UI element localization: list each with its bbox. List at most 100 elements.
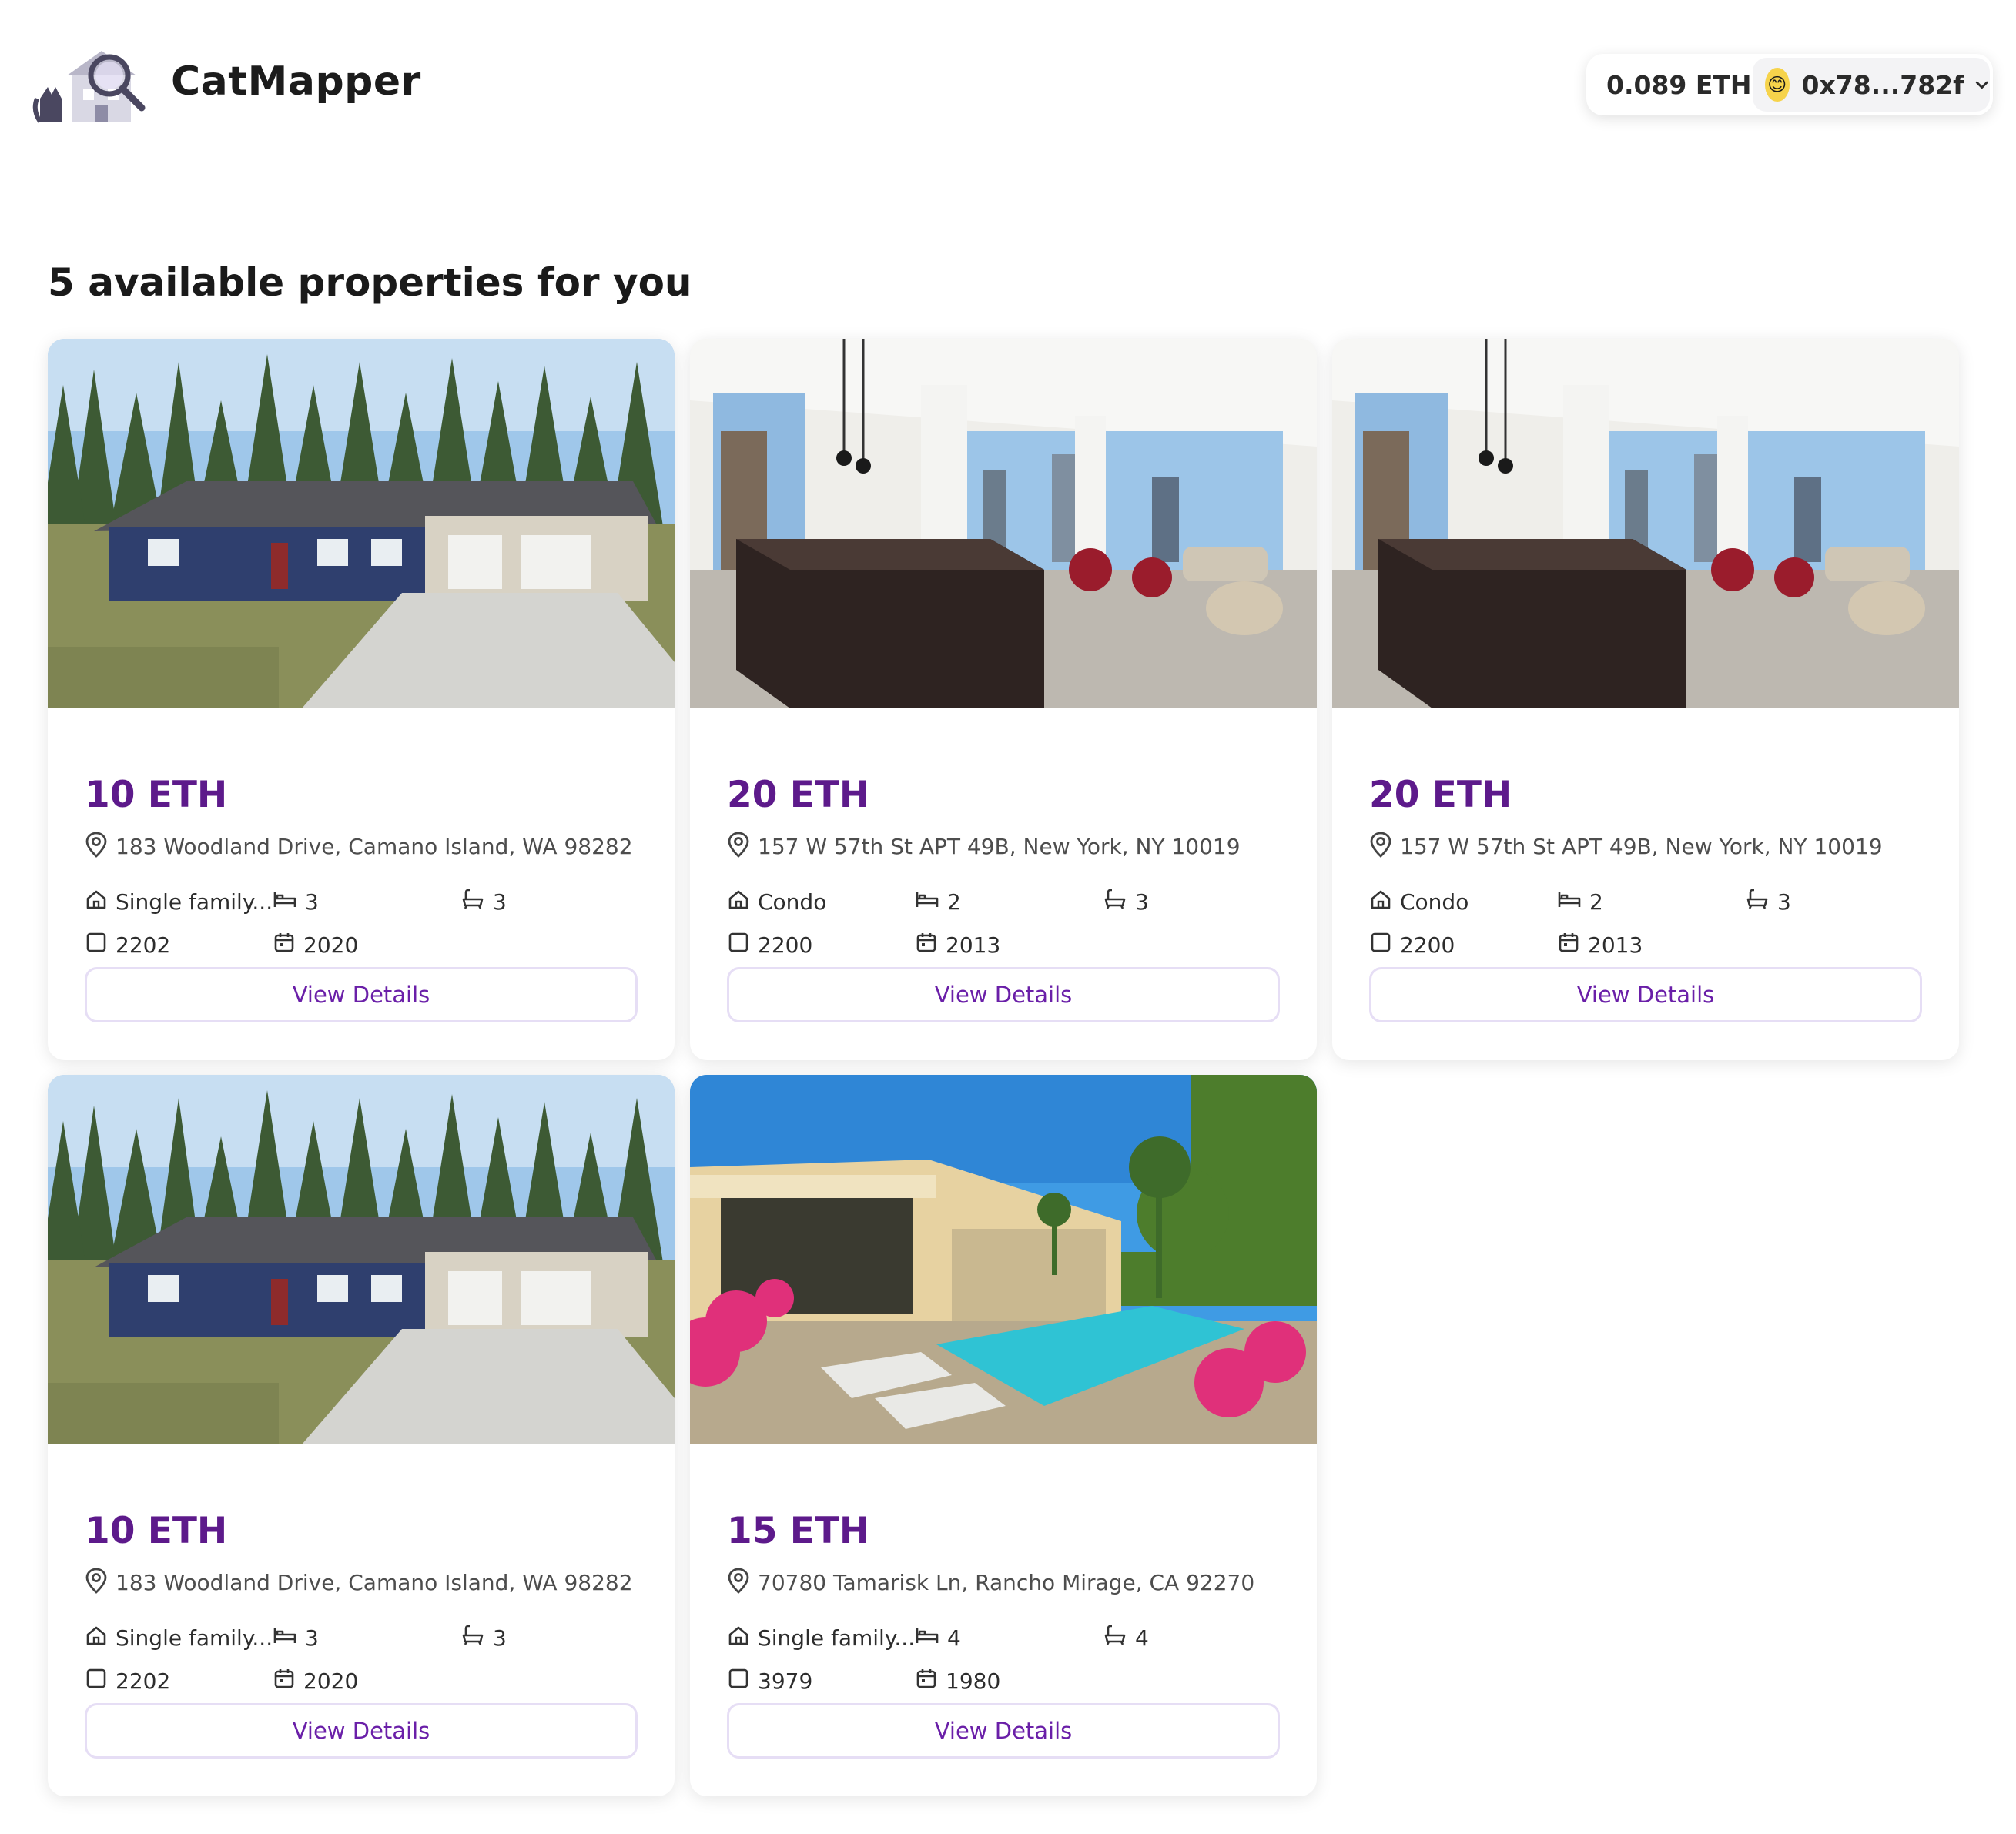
area: 2202 xyxy=(85,931,170,959)
smiley-face-icon: 😊 xyxy=(1765,68,1790,102)
view-details-button[interactable]: View Details xyxy=(1369,967,1922,1022)
home-icon xyxy=(85,888,108,916)
area-value: 2202 xyxy=(116,932,171,958)
property-type: Condo xyxy=(1369,888,1468,916)
bedrooms: 3 xyxy=(273,888,319,916)
bedrooms-count: 3 xyxy=(305,889,319,915)
year-built-value: 1980 xyxy=(946,1668,1001,1694)
bed-icon xyxy=(915,888,939,916)
property-price: 10 ETH xyxy=(85,774,228,816)
property-type-label: Single family... xyxy=(116,1625,273,1651)
home-icon xyxy=(85,1624,108,1652)
property-type-label: Condo xyxy=(758,889,827,915)
year-built: 2013 xyxy=(915,931,1000,959)
bedrooms: 2 xyxy=(1557,888,1603,916)
property-address: 183 Woodland Drive, Camano Island, WA 98… xyxy=(116,1569,633,1595)
property-address: 157 W 57th St APT 49B, New York, NY 1001… xyxy=(758,833,1241,859)
property-type-label: Single family... xyxy=(758,1625,916,1651)
bed-icon xyxy=(273,1624,297,1652)
bathrooms-count: 3 xyxy=(1777,889,1791,915)
condo-interior-photo[interactable] xyxy=(1332,339,1959,708)
chevron-down-icon xyxy=(1975,81,1988,89)
property-address-row: 183 Woodland Drive, Camano Island, WA 98… xyxy=(85,1568,633,1597)
bathtub-icon xyxy=(1103,888,1127,916)
year-built-value: 2013 xyxy=(1588,932,1643,958)
bedrooms: 2 xyxy=(915,888,961,916)
view-details-button[interactable]: View Details xyxy=(85,1703,638,1759)
account-button[interactable]: 😊 0x78...782f xyxy=(1753,58,1990,112)
bed-icon xyxy=(273,888,297,916)
square-area-icon xyxy=(1369,931,1392,959)
bathrooms: 3 xyxy=(460,1624,507,1652)
bathrooms-count: 4 xyxy=(1135,1625,1149,1651)
year-built: 1980 xyxy=(915,1667,1000,1695)
bathrooms: 4 xyxy=(1103,1624,1149,1652)
home-icon xyxy=(727,1624,750,1652)
location-pin-icon xyxy=(85,832,108,861)
bedrooms: 4 xyxy=(915,1624,961,1652)
calendar-icon xyxy=(273,931,296,959)
view-details-button[interactable]: View Details xyxy=(727,1703,1280,1759)
square-area-icon xyxy=(727,1667,750,1695)
location-pin-icon xyxy=(1369,832,1392,861)
pool-villa-photo[interactable] xyxy=(690,1075,1317,1444)
property-address: 183 Woodland Drive, Camano Island, WA 98… xyxy=(116,833,633,859)
area: 2202 xyxy=(85,1667,170,1695)
bedrooms-count: 2 xyxy=(947,889,961,915)
area: 3979 xyxy=(727,1667,812,1695)
square-area-icon xyxy=(85,931,108,959)
property-address-row: 157 W 57th St APT 49B, New York, NY 1001… xyxy=(727,832,1241,861)
year-built: 2020 xyxy=(273,931,358,959)
property-address-row: 70780 Tamarisk Ln, Rancho Mirage, CA 922… xyxy=(727,1568,1254,1597)
year-built: 2013 xyxy=(1557,931,1643,959)
catmapper-logo-icon[interactable] xyxy=(32,45,148,128)
property-price: 20 ETH xyxy=(1369,774,1512,816)
property-card[interactable]: 15 ETH 70780 Tamarisk Ln, Rancho Mirage,… xyxy=(690,1075,1317,1796)
property-card[interactable]: 10 ETH 183 Woodland Drive, Camano Island… xyxy=(48,1075,675,1796)
calendar-icon xyxy=(915,931,938,959)
year-built-value: 2020 xyxy=(303,1668,359,1694)
location-pin-icon xyxy=(727,832,750,861)
area-value: 2200 xyxy=(1400,932,1455,958)
area: 2200 xyxy=(727,931,812,959)
area-value: 2202 xyxy=(116,1668,171,1694)
property-address-row: 183 Woodland Drive, Camano Island, WA 98… xyxy=(85,832,633,861)
view-details-button[interactable]: View Details xyxy=(85,967,638,1022)
square-area-icon xyxy=(727,931,750,959)
bathrooms: 3 xyxy=(1745,888,1791,916)
property-card[interactable]: 10 ETH 183 Woodland Drive, Camano Island… xyxy=(48,339,675,1060)
property-card[interactable]: 20 ETH 157 W 57th St APT 49B, New York, … xyxy=(690,339,1317,1060)
bathrooms-count: 3 xyxy=(1135,889,1149,915)
bathtub-icon xyxy=(460,1624,485,1652)
calendar-icon xyxy=(1557,931,1580,959)
condo-interior-photo[interactable] xyxy=(690,339,1317,708)
property-address: 70780 Tamarisk Ln, Rancho Mirage, CA 922… xyxy=(758,1569,1255,1595)
property-type-label: Condo xyxy=(1400,889,1469,915)
year-built-value: 2013 xyxy=(946,932,1001,958)
suburban-house-photo[interactable] xyxy=(48,1075,675,1444)
property-price: 15 ETH xyxy=(727,1510,870,1552)
bed-icon xyxy=(915,1624,939,1652)
bathtub-icon xyxy=(460,888,485,916)
property-address: 157 W 57th St APT 49B, New York, NY 1001… xyxy=(1400,833,1883,859)
area-value: 3979 xyxy=(758,1668,813,1694)
bathtub-icon xyxy=(1745,888,1770,916)
bathrooms: 3 xyxy=(460,888,507,916)
suburban-house-photo[interactable] xyxy=(48,339,675,708)
year-built: 2020 xyxy=(273,1667,358,1695)
bed-icon xyxy=(1557,888,1582,916)
bathrooms: 3 xyxy=(1103,888,1149,916)
view-details-button[interactable]: View Details xyxy=(727,967,1280,1022)
property-address-row: 157 W 57th St APT 49B, New York, NY 1001… xyxy=(1369,832,1883,861)
property-price: 20 ETH xyxy=(727,774,870,816)
property-card[interactable]: 20 ETH 157 W 57th St APT 49B, New York, … xyxy=(1332,339,1959,1060)
bathtub-icon xyxy=(1103,1624,1127,1652)
wallet-balance: 0.089 ETH xyxy=(1606,69,1752,100)
calendar-icon xyxy=(915,1667,938,1695)
property-type: Single family... xyxy=(85,888,273,916)
brand-name[interactable]: CatMapper xyxy=(171,59,421,105)
calendar-icon xyxy=(273,1667,296,1695)
location-pin-icon xyxy=(727,1568,750,1597)
property-type: Condo xyxy=(727,888,826,916)
area: 2200 xyxy=(1369,931,1455,959)
